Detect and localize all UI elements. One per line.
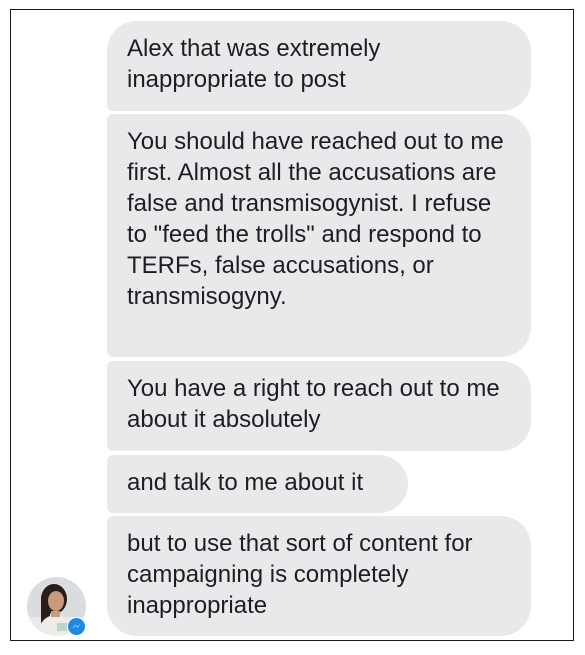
message-bubble[interactable]: and talk to me about it	[107, 455, 408, 513]
message-bubble[interactable]: You have a right to reach out to me abou…	[107, 361, 531, 451]
message-bubble[interactable]: You should have reached out to me first.…	[107, 114, 531, 357]
message-bubble[interactable]: but to use that sort of content for camp…	[107, 516, 531, 636]
message-bubble[interactable]: Alex that was extremely inappropriate to…	[107, 21, 531, 111]
messenger-icon	[67, 617, 86, 636]
